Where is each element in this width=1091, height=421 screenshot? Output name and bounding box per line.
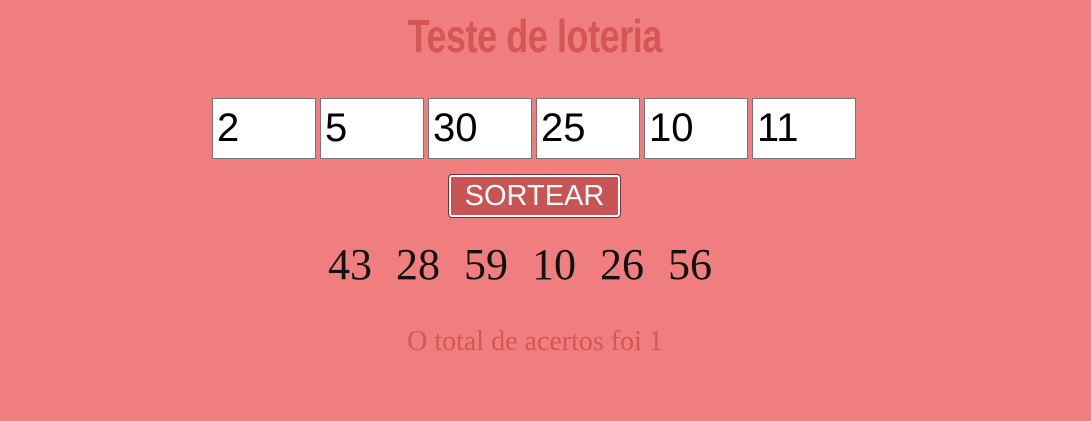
number-input-4[interactable]: 25 bbox=[536, 98, 640, 159]
number-input-3[interactable]: 30 bbox=[428, 98, 532, 159]
drawn-number-3: 59 bbox=[464, 240, 508, 289]
drawn-number-5: 26 bbox=[600, 240, 644, 289]
number-inputs: 2 5 30 25 10 11 bbox=[212, 98, 856, 159]
drawn-number-1: 43 bbox=[328, 240, 372, 289]
page-title: Teste de loteria bbox=[407, 10, 663, 62]
drawn-numbers: 43 28 59 10 26 56 bbox=[328, 240, 736, 290]
drawn-number-4: 10 bbox=[532, 240, 576, 289]
result-text: O total de acertos foi 1 bbox=[407, 326, 663, 357]
number-input-1[interactable]: 2 bbox=[212, 98, 316, 159]
drawn-number-2: 28 bbox=[396, 240, 440, 289]
number-input-5[interactable]: 10 bbox=[644, 98, 748, 159]
draw-button[interactable]: SORTEAR bbox=[448, 174, 621, 218]
number-input-6[interactable]: 11 bbox=[752, 98, 856, 159]
number-input-2[interactable]: 5 bbox=[320, 98, 424, 159]
drawn-number-6: 56 bbox=[668, 240, 712, 289]
